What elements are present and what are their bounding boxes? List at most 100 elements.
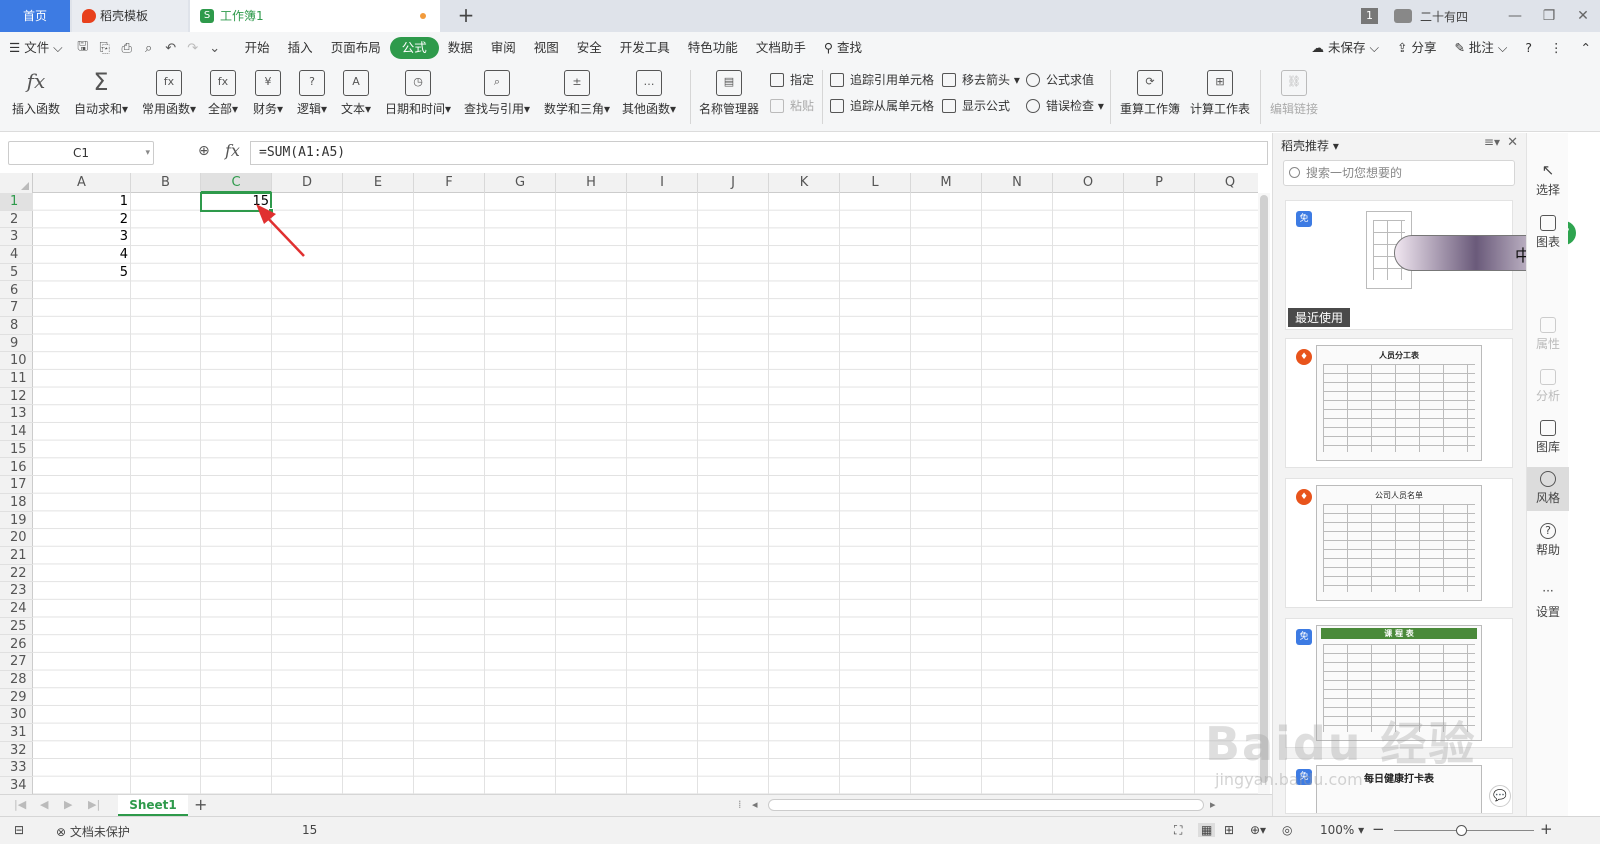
- close-icon[interactable]: ✕: [1507, 135, 1518, 150]
- trace-precedents-button[interactable]: 追踪引用单元格: [828, 70, 934, 90]
- reading-mode-icon[interactable]: ⊕▾: [1250, 823, 1266, 837]
- row-header-18[interactable]: 18: [0, 494, 33, 512]
- cell-a1[interactable]: 1: [33, 193, 131, 211]
- calc-sheet-button[interactable]: ⊞ 计算工作表: [1186, 68, 1254, 126]
- show-formulas-button[interactable]: 显示公式: [940, 96, 1010, 116]
- column-header-n[interactable]: N: [982, 173, 1053, 193]
- sidebar-item-select[interactable]: ↖ 选择: [1527, 163, 1569, 198]
- panel-title[interactable]: 稻壳推荐 ▾: [1281, 137, 1339, 154]
- sidebar-item-help[interactable]: ? 帮助: [1527, 523, 1569, 558]
- row-header-31[interactable]: 31: [0, 724, 33, 742]
- first-sheet-icon[interactable]: |◀: [14, 798, 26, 811]
- file-menu[interactable]: ☰ 文件 ⌵: [0, 37, 72, 59]
- formula-input[interactable]: =SUM(A1:A5): [250, 141, 1268, 165]
- template-card[interactable]: ♦ 人员分工表: [1285, 338, 1513, 468]
- row-header-7[interactable]: 7: [0, 299, 33, 317]
- print-preview-icon[interactable]: ⌕: [138, 41, 160, 56]
- row-header-4[interactable]: 4: [0, 246, 33, 264]
- macro-icon[interactable]: ⊟: [14, 823, 24, 837]
- scrollbar-thumb[interactable]: [1260, 195, 1268, 783]
- row-header-5[interactable]: 5: [0, 264, 33, 282]
- name-manager-button[interactable]: ▤ 名称管理器: [696, 68, 762, 126]
- split-handle-icon[interactable]: ⁞: [738, 798, 742, 811]
- paste-button[interactable]: 粘贴: [768, 96, 814, 116]
- menu-features[interactable]: 特色功能: [679, 37, 747, 59]
- more-icon[interactable]: ⋮: [1541, 37, 1572, 59]
- undo-icon[interactable]: ↶: [160, 41, 182, 56]
- eye-protection-icon[interactable]: ◎: [1282, 823, 1292, 837]
- menu-doc-assistant[interactable]: 文档助手: [747, 37, 815, 59]
- next-sheet-icon[interactable]: ▶: [64, 798, 72, 811]
- row-header-27[interactable]: 27: [0, 653, 33, 671]
- column-header-p[interactable]: P: [1124, 173, 1195, 193]
- row-header-28[interactable]: 28: [0, 671, 33, 689]
- column-header-l[interactable]: L: [840, 173, 911, 193]
- row-header-6[interactable]: 6: [0, 282, 33, 300]
- share-button[interactable]: ⇪ 分享: [1388, 37, 1445, 59]
- row-header-22[interactable]: 22: [0, 565, 33, 583]
- row-header-24[interactable]: 24: [0, 600, 33, 618]
- column-header-g[interactable]: G: [485, 173, 556, 193]
- column-header-f[interactable]: F: [414, 173, 485, 193]
- row-header-1[interactable]: 1: [0, 193, 33, 211]
- row-header-34[interactable]: 34: [0, 777, 33, 794]
- edit-links-button[interactable]: ⛓ 编辑链接: [1266, 68, 1322, 126]
- sidebar-item-properties[interactable]: 属性: [1527, 317, 1569, 352]
- insert-function-button[interactable]: fx 插入函数: [8, 68, 64, 126]
- select-all-corner[interactable]: [0, 173, 33, 193]
- recalc-workbook-button[interactable]: ⟳ 重算工作簿: [1116, 68, 1184, 126]
- zoom-formula-icon[interactable]: ⊕: [198, 143, 210, 159]
- menu-start[interactable]: 开始: [236, 37, 279, 59]
- feedback-chat-icon[interactable]: 💬: [1489, 785, 1511, 807]
- cell-a5[interactable]: 5: [33, 264, 131, 282]
- cell-a4[interactable]: 4: [33, 246, 131, 264]
- new-tab-button[interactable]: +: [452, 0, 480, 32]
- horizontal-scrollbar[interactable]: [768, 799, 1204, 811]
- column-header-q[interactable]: Q: [1195, 173, 1258, 193]
- save-icon[interactable]: 🖫: [72, 37, 94, 59]
- vertical-scrollbar[interactable]: [1258, 193, 1270, 794]
- fullscreen-icon[interactable]: ⛶: [1174, 823, 1182, 838]
- page-break-view-icon[interactable]: ⊞: [1224, 823, 1234, 837]
- customize-icon[interactable]: ⌄: [204, 41, 226, 56]
- tab-template[interactable]: 稻壳模板: [72, 0, 188, 32]
- row-header-9[interactable]: 9: [0, 335, 33, 353]
- sidebar-item-chart[interactable]: 图表: [1527, 215, 1569, 250]
- row-header-16[interactable]: 16: [0, 459, 33, 477]
- column-header-i[interactable]: I: [627, 173, 698, 193]
- column-header-e[interactable]: E: [343, 173, 414, 193]
- sidebar-item-settings[interactable]: ··· 设置: [1527, 585, 1569, 620]
- panel-menu-icon[interactable]: ≡▾: [1484, 135, 1500, 149]
- row-header-33[interactable]: 33: [0, 759, 33, 778]
- sidebar-item-gallery[interactable]: 图库: [1527, 420, 1569, 455]
- tab-home[interactable]: 首页: [0, 0, 70, 32]
- column-header-o[interactable]: O: [1053, 173, 1124, 193]
- zoom-in-icon[interactable]: +: [1540, 820, 1553, 838]
- menu-security[interactable]: 安全: [568, 37, 611, 59]
- error-check-button[interactable]: 错误检查 ▾: [1024, 96, 1104, 116]
- row-header-10[interactable]: 10: [0, 352, 33, 370]
- column-header-a[interactable]: A: [33, 173, 131, 193]
- menu-insert[interactable]: 插入: [279, 37, 322, 59]
- row-header-21[interactable]: 21: [0, 547, 33, 565]
- menu-data[interactable]: 数据: [439, 37, 482, 59]
- row-header-14[interactable]: 14: [0, 423, 33, 441]
- zoom-out-icon[interactable]: −: [1372, 820, 1385, 838]
- export-icon[interactable]: ⎘: [94, 41, 116, 56]
- define-button[interactable]: 指定: [768, 70, 814, 90]
- sidebar-item-analyze[interactable]: 分析: [1527, 369, 1569, 404]
- row-header-17[interactable]: 17: [0, 476, 33, 494]
- fx-button[interactable]: fx: [225, 141, 240, 160]
- menu-view[interactable]: 视图: [525, 37, 568, 59]
- logic-functions-button[interactable]: ? 逻辑▾: [292, 68, 332, 126]
- user-name[interactable]: 二十有四: [1420, 8, 1468, 25]
- help-icon[interactable]: ?: [1516, 37, 1541, 59]
- close-icon[interactable]: ✕: [1566, 8, 1600, 24]
- row-header-13[interactable]: 13: [0, 405, 33, 424]
- cell-a2[interactable]: 2: [33, 211, 131, 229]
- last-sheet-icon[interactable]: ▶|: [88, 798, 100, 811]
- trace-dependents-button[interactable]: 追踪从属单元格: [828, 96, 934, 116]
- print-icon[interactable]: ⎙: [116, 41, 138, 56]
- column-header-k[interactable]: K: [769, 173, 840, 193]
- row-header-2[interactable]: 2: [0, 211, 33, 229]
